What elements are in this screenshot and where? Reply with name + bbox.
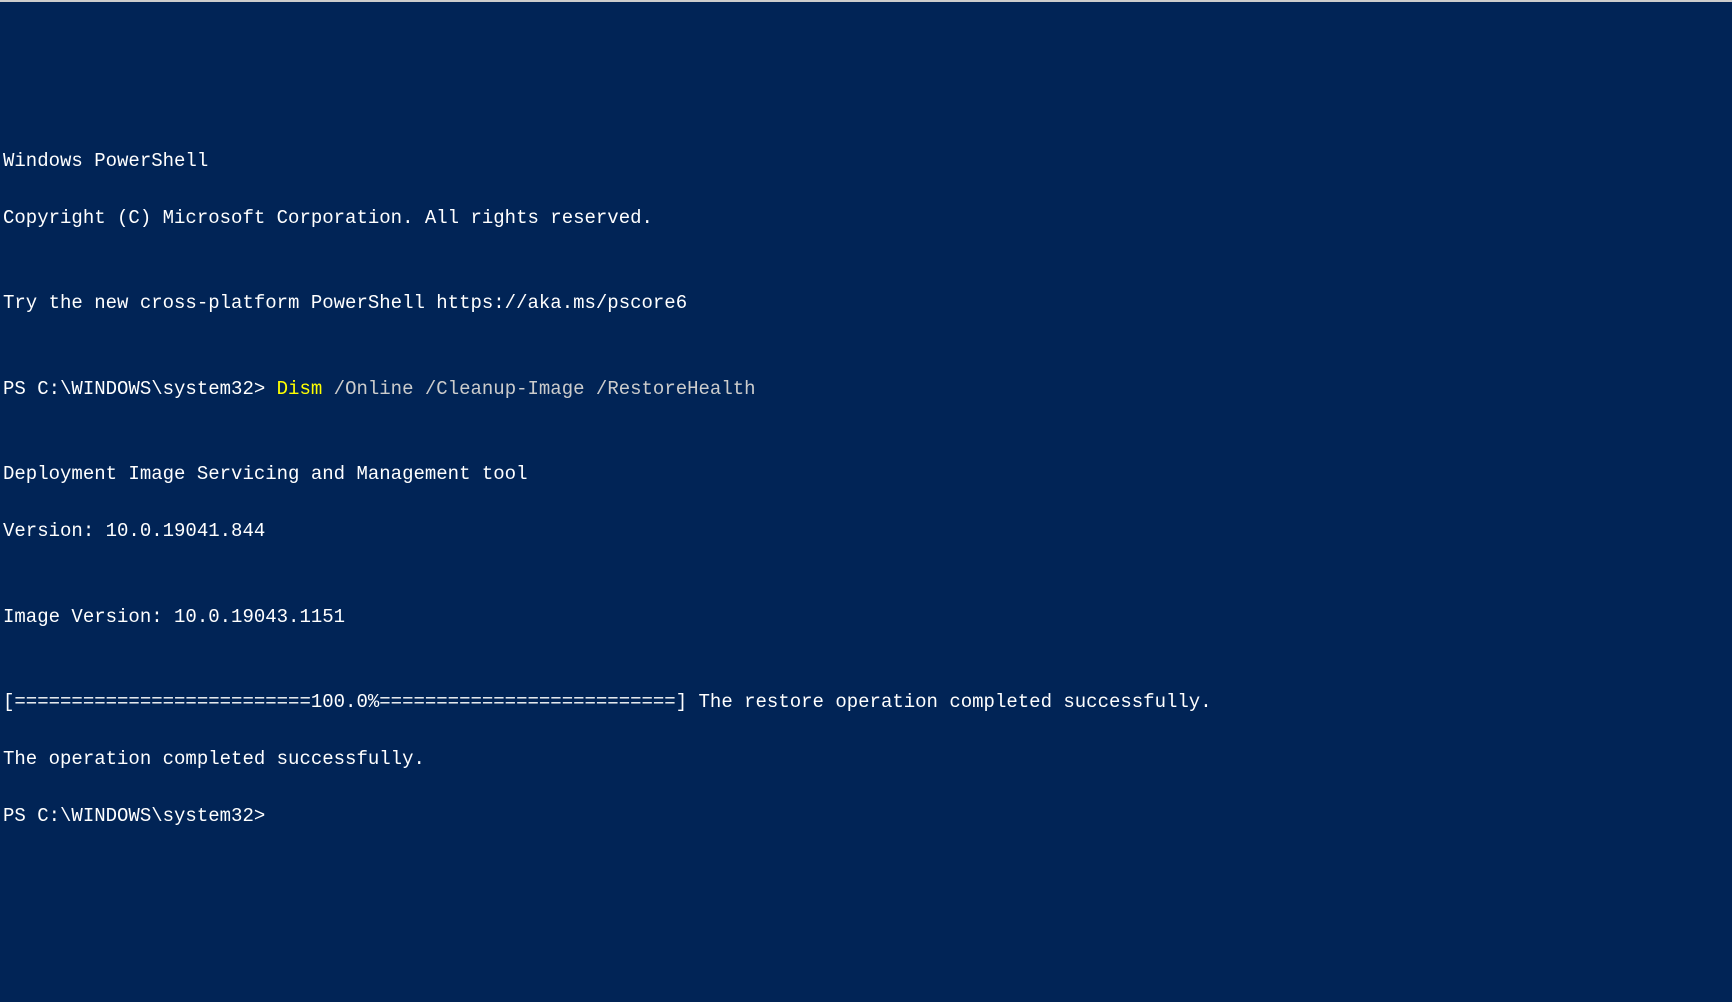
dism-tool-name: Deployment Image Servicing and Managemen… — [3, 460, 1732, 489]
dism-image-version: Image Version: 10.0.19043.1151 — [3, 603, 1732, 632]
terminal-output[interactable]: Windows PowerShell Copyright (C) Microso… — [0, 116, 1732, 859]
header-title: Windows PowerShell — [3, 147, 1732, 176]
operation-completed: The operation completed successfully. — [3, 745, 1732, 774]
command-args: /Online /Cleanup-Image /RestoreHealth — [334, 378, 756, 400]
dism-version: Version: 10.0.19041.844 — [3, 517, 1732, 546]
header-copyright: Copyright (C) Microsoft Corporation. All… — [3, 204, 1732, 233]
command-name: Dism — [277, 378, 334, 400]
try-message: Try the new cross-platform PowerShell ht… — [3, 289, 1732, 318]
command-line-2[interactable]: PS C:\WINDOWS\system32> — [3, 802, 1732, 831]
progress-bar-line: [==========================100.0%=======… — [3, 688, 1732, 717]
command-line-1: PS C:\WINDOWS\system32> Dism /Online /Cl… — [3, 375, 1732, 404]
prompt-prefix: PS C:\WINDOWS\system32> — [3, 378, 277, 400]
